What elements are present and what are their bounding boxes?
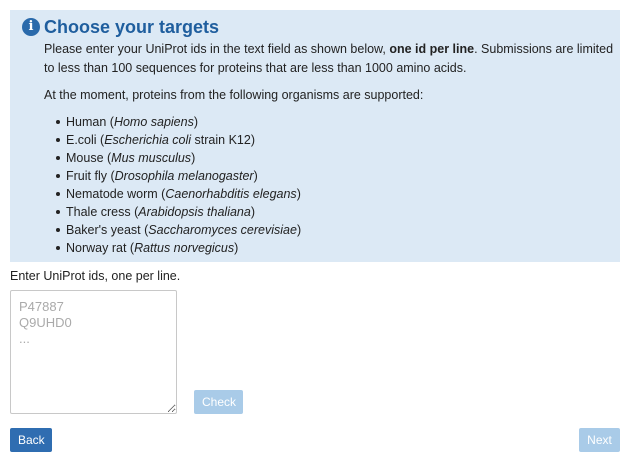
- organism-item: Baker's yeast (Saccharomyces cerevisiae): [56, 221, 614, 239]
- next-button[interactable]: Next: [579, 428, 620, 452]
- organism-item: E.coli (Escherichia coli strain K12): [56, 131, 614, 149]
- organism-item: Nematode worm (Caenorhabditis elegans): [56, 185, 614, 203]
- info-box: i Choose your targets Please enter your …: [10, 10, 620, 262]
- info-icon: i: [22, 18, 40, 36]
- instructions-text: Please enter your UniProt ids in the tex…: [44, 42, 614, 75]
- back-button[interactable]: Back: [10, 428, 52, 452]
- info-title: Choose your targets: [44, 17, 220, 37]
- uniprot-ids-textarea[interactable]: [10, 290, 177, 414]
- organism-item: Thale cress (Arabidopsis thaliana): [56, 203, 614, 221]
- info-body: Please enter your UniProt ids in the tex…: [44, 40, 614, 257]
- organism-item: Norway rat (Rattus norvegicus): [56, 239, 614, 257]
- organism-item: Fruit fly (Drosophila melanogaster): [56, 167, 614, 185]
- organism-list: Human (Homo sapiens) E.coli (Escherichia…: [44, 113, 614, 257]
- uniprot-input-label: Enter UniProt ids, one per line.: [10, 269, 181, 283]
- organism-item: Human (Homo sapiens): [56, 113, 614, 131]
- check-button[interactable]: Check: [194, 390, 243, 414]
- organisms-intro: At the moment, proteins from the followi…: [44, 88, 424, 102]
- organism-item: Mouse (Mus musculus): [56, 149, 614, 167]
